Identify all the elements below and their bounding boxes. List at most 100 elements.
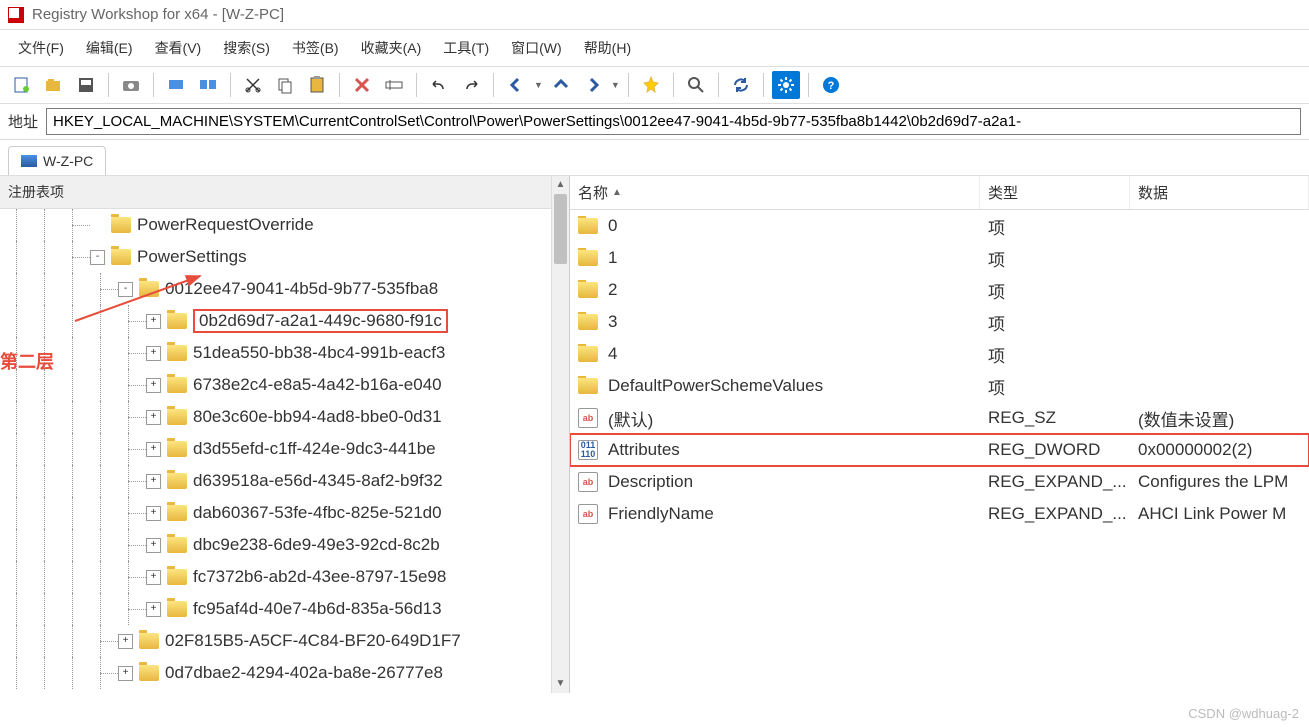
tree-item[interactable]: -0012ee47-9041-4b5d-9b77-535fba8 — [0, 273, 569, 305]
scroll-thumb[interactable] — [554, 194, 567, 264]
save-icon[interactable] — [72, 71, 100, 99]
list-row[interactable]: DefaultPowerSchemeValues项 — [570, 370, 1309, 402]
tree-item[interactable]: +fc95af4d-40e7-4b6d-835a-56d13 — [0, 593, 569, 625]
forward-icon[interactable] — [579, 71, 607, 99]
expand-icon[interactable]: + — [146, 378, 161, 393]
list-row[interactable]: abDescriptionREG_EXPAND_...Configures th… — [570, 466, 1309, 498]
menu-help[interactable]: 帮助(H) — [574, 34, 641, 62]
tree-item[interactable]: +d3d55efd-c1ff-424e-9dc3-441be — [0, 433, 569, 465]
sort-asc-icon: ▲ — [612, 187, 622, 198]
tree-item[interactable]: PowerRequestOverride — [0, 209, 569, 241]
tab-wzpc[interactable]: W-Z-PC — [8, 146, 106, 175]
expand-icon[interactable]: + — [146, 410, 161, 425]
cut-icon[interactable] — [239, 71, 267, 99]
svg-text:?: ? — [827, 80, 834, 92]
tree-header: 注册表项 — [0, 176, 569, 209]
list-row[interactable]: ab(默认)REG_SZ(数值未设置) — [570, 402, 1309, 434]
folder-icon — [167, 313, 187, 329]
value-type: REG_EXPAND_... — [980, 504, 1130, 524]
collapse-icon[interactable]: - — [118, 282, 133, 297]
menu-search[interactable]: 搜索(S) — [213, 34, 280, 62]
value-name: DefaultPowerSchemeValues — [608, 376, 823, 396]
app-icon — [8, 7, 24, 23]
tab-label: W-Z-PC — [43, 153, 93, 169]
scrollbar[interactable]: ▲ ▼ — [551, 176, 569, 693]
settings-icon[interactable] — [772, 71, 800, 99]
value-name: Description — [608, 472, 693, 492]
tree-item[interactable]: +0b2d69d7-a2a1-449c-9680-f91c — [0, 305, 569, 337]
col-name-header[interactable]: 名称▲ — [570, 176, 980, 209]
value-type: REG_EXPAND_... — [980, 472, 1130, 492]
list-row[interactable]: abFriendlyNameREG_EXPAND_...AHCI Link Po… — [570, 498, 1309, 530]
folder-icon — [167, 441, 187, 457]
tree-label: PowerRequestOverride — [137, 215, 314, 235]
undo-icon[interactable] — [425, 71, 453, 99]
redo-icon[interactable] — [457, 71, 485, 99]
expand-icon[interactable]: + — [146, 314, 161, 329]
menu-bookmarks[interactable]: 书签(B) — [282, 34, 349, 62]
list-row[interactable]: 4项 — [570, 338, 1309, 370]
tree-item[interactable]: + dbc9e238-6de9-49e3-92cd-8c2b — [0, 529, 569, 561]
copy-icon[interactable] — [271, 71, 299, 99]
open-icon[interactable] — [40, 71, 68, 99]
menu-favorites[interactable]: 收藏夹(A) — [351, 34, 432, 62]
tree-item[interactable]: +dab60367-53fe-4fbc-825e-521d0 — [0, 497, 569, 529]
expand-icon[interactable]: + — [146, 474, 161, 489]
tree-item[interactable]: +d639518a-e56d-4345-8af2-b9f32 — [0, 465, 569, 497]
list-row[interactable]: 3项 — [570, 306, 1309, 338]
folder-icon — [578, 378, 598, 394]
tree-item[interactable]: +6738e2c4-e8a5-4a42-b16a-e040 — [0, 369, 569, 401]
rename-icon[interactable] — [380, 71, 408, 99]
scroll-up-icon[interactable]: ▲ — [552, 176, 569, 194]
list-body[interactable]: 0项1项2项3项4项DefaultPowerSchemeValues项ab(默认… — [570, 210, 1309, 693]
expand-icon[interactable]: + — [146, 442, 161, 457]
expand-icon[interactable]: + — [118, 634, 133, 649]
menu-tools[interactable]: 工具(T) — [433, 34, 499, 62]
search-icon[interactable] — [682, 71, 710, 99]
up-icon[interactable] — [547, 71, 575, 99]
collapse-icon[interactable]: - — [90, 250, 105, 265]
tree[interactable]: PowerRequestOverride -PowerSettings-0012e… — [0, 209, 569, 693]
col-type-header[interactable]: 类型 — [980, 176, 1130, 209]
new-icon[interactable] — [8, 71, 36, 99]
value-name: (默认) — [608, 406, 653, 431]
titlebar: Registry Workshop for x64 - [W-Z-PC] — [0, 0, 1309, 30]
tree-label: 02F815B5-A5CF-4C84-BF20-649D1F7 — [165, 631, 461, 651]
expand-icon[interactable]: + — [146, 602, 161, 617]
back-icon[interactable] — [502, 71, 530, 99]
expand-icon[interactable]: + — [146, 538, 161, 553]
connect-icon[interactable] — [162, 71, 190, 99]
tree-item[interactable]: +80e3c60e-bb94-4ad8-bbe0-0d31 — [0, 401, 569, 433]
value-name: 2 — [608, 280, 617, 300]
menu-file[interactable]: 文件(F) — [8, 34, 74, 62]
refresh-icon[interactable] — [727, 71, 755, 99]
tree-label: dbc9e238-6de9-49e3-92cd-8c2b — [193, 535, 440, 555]
tree-item[interactable]: +51dea550-bb38-4bc4-991b-eacf3 — [0, 337, 569, 369]
tree-item[interactable]: +0d7dbae2-4294-402a-ba8e-26777e8 — [0, 657, 569, 689]
scroll-down-icon[interactable]: ▼ — [552, 675, 569, 693]
delete-icon[interactable] — [348, 71, 376, 99]
col-data-header[interactable]: 数据 — [1130, 176, 1309, 209]
expand-icon[interactable]: + — [118, 666, 133, 681]
folder-icon — [111, 249, 131, 265]
list-row[interactable]: 011 110AttributesREG_DWORD0x00000002(2) — [570, 434, 1309, 466]
help-icon[interactable]: ? — [817, 71, 845, 99]
address-input[interactable] — [46, 108, 1301, 135]
bookmark-icon[interactable] — [637, 71, 665, 99]
menu-view[interactable]: 查看(V) — [145, 34, 212, 62]
list-row[interactable]: 0项 — [570, 210, 1309, 242]
menu-window[interactable]: 窗口(W) — [501, 34, 572, 62]
expand-icon[interactable]: + — [146, 506, 161, 521]
expand-icon[interactable]: + — [146, 346, 161, 361]
list-row[interactable]: 2项 — [570, 274, 1309, 306]
string-value-icon: ab — [578, 472, 598, 492]
list-row[interactable]: 1项 — [570, 242, 1309, 274]
menu-edit[interactable]: 编辑(E) — [76, 34, 143, 62]
paste-icon[interactable] — [303, 71, 331, 99]
tree-item[interactable]: +fc7372b6-ab2d-43ee-8797-15e98 — [0, 561, 569, 593]
tree-item[interactable]: +02F815B5-A5CF-4C84-BF20-649D1F7 — [0, 625, 569, 657]
snapshot-icon[interactable] — [117, 71, 145, 99]
disconnect-icon[interactable] — [194, 71, 222, 99]
tree-item[interactable]: -PowerSettings — [0, 241, 569, 273]
expand-icon[interactable]: + — [146, 570, 161, 585]
